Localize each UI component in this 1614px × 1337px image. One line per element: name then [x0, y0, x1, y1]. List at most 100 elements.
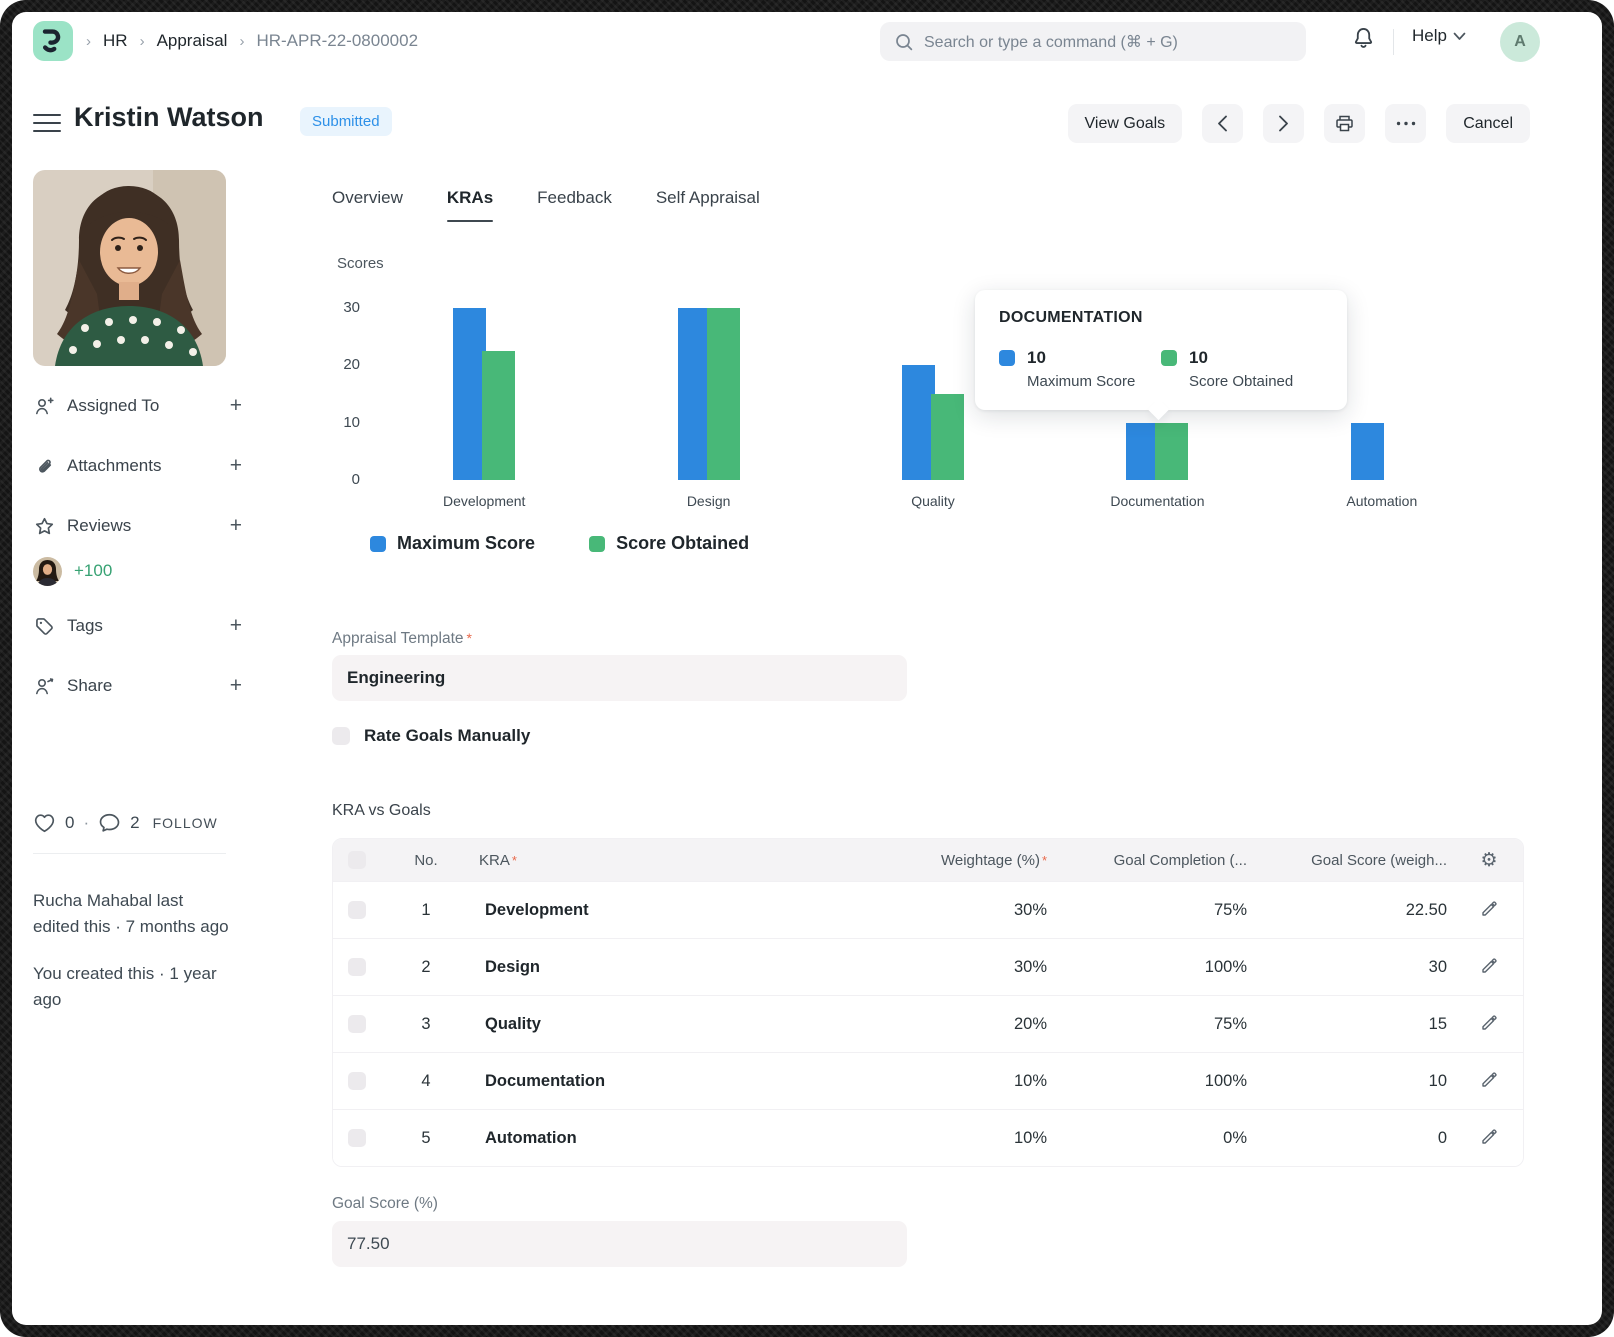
row-edit-cell — [1455, 1013, 1523, 1035]
row-checkbox[interactable] — [348, 958, 366, 976]
tab-kras[interactable]: KRAs — [447, 188, 493, 222]
appraisal-template-field[interactable] — [332, 655, 907, 701]
table-row: 1Development30%75%22.50 — [333, 881, 1523, 938]
tooltip-value-max: 10 — [1027, 348, 1135, 368]
app-logo[interactable] — [33, 21, 73, 61]
chart-tooltip: DOCUMENTATION 10 Maximum Score 10 Sco — [975, 290, 1347, 410]
select-all-checkbox[interactable] — [348, 851, 366, 869]
legend-label: Maximum Score — [397, 533, 535, 554]
tooltip-value-obtained: 10 — [1189, 348, 1293, 368]
bar-design-obtained[interactable] — [707, 308, 740, 480]
goal-score-field[interactable] — [332, 1221, 907, 1267]
x-axis-label: Automation — [1270, 493, 1494, 509]
row-checkbox[interactable] — [348, 901, 366, 919]
weightage-value: 10% — [840, 1072, 1055, 1091]
row-checkbox[interactable] — [348, 1129, 366, 1147]
tab-overview[interactable]: Overview — [332, 188, 403, 222]
bar-automation-max[interactable] — [1351, 423, 1384, 480]
sidebar-item-share[interactable]: Share+ — [33, 672, 248, 700]
menu-icon[interactable] — [33, 108, 61, 138]
rate-goals-label: Rate Goals Manually — [364, 726, 530, 746]
more-reviewers-link[interactable]: +100 — [74, 561, 112, 581]
chart-group-development: Development — [372, 308, 596, 480]
paperclip-icon — [33, 456, 55, 477]
gear-icon[interactable]: ⚙ — [1480, 849, 1497, 871]
row-checkbox[interactable] — [348, 1072, 366, 1090]
kra-name: Quality — [471, 1015, 840, 1034]
row-number: 5 — [381, 1129, 471, 1148]
y-tick-label: 30 — [320, 299, 360, 316]
add-tags-button[interactable]: + — [230, 614, 248, 638]
page-title: Kristin Watson — [74, 102, 264, 133]
tab-feedback[interactable]: Feedback — [537, 188, 612, 222]
bar-development-obtained[interactable] — [482, 351, 515, 480]
rate-goals-checkbox[interactable] — [332, 727, 350, 745]
rate-goals-row: Rate Goals Manually — [332, 726, 530, 746]
bar-pair — [453, 308, 515, 480]
x-axis-label: Documentation — [1045, 493, 1269, 509]
edit-row-button[interactable] — [1480, 1070, 1499, 1092]
heart-icon[interactable] — [33, 812, 56, 833]
table-header-row: No.KRA*Weightage (%)*Goal Completion (..… — [333, 839, 1523, 881]
sidebar-item-reviews[interactable]: Reviews+ — [33, 512, 248, 540]
column-header: KRA* — [471, 852, 840, 869]
kra-vs-goals-heading: KRA vs Goals — [332, 802, 431, 820]
reviewer-avatar[interactable] — [33, 557, 62, 586]
edit-row-button[interactable] — [1480, 956, 1499, 978]
reviewer-avatar-image — [33, 557, 62, 586]
goal-completion-value: 100% — [1055, 958, 1255, 977]
breadcrumb-separator-icon: › — [239, 33, 244, 50]
add-attachments-button[interactable]: + — [230, 454, 248, 478]
appraisal-template-label: Appraisal Template* — [332, 630, 472, 648]
edit-row-button[interactable] — [1480, 1013, 1499, 1035]
goal-score-label: Goal Score (%) — [332, 1195, 438, 1213]
breadcrumb-item[interactable]: HR — [103, 31, 128, 51]
add-share-button[interactable]: + — [230, 674, 248, 698]
row-edit-cell — [1455, 899, 1523, 921]
breadcrumb-item[interactable]: Appraisal — [157, 31, 228, 51]
edit-row-button[interactable] — [1480, 899, 1499, 921]
edit-row-button[interactable] — [1480, 1127, 1499, 1149]
sidebar-item-attachments[interactable]: Attachments+ — [33, 452, 248, 480]
follow-button[interactable]: FOLLOW — [153, 815, 218, 831]
tab-bar: Overview KRAs Feedback Self Appraisal — [332, 188, 760, 222]
legend-label: Score Obtained — [616, 533, 749, 554]
add-reviews-button[interactable]: + — [230, 514, 248, 538]
kra-name: Automation — [471, 1129, 840, 1148]
legend-swatch — [370, 536, 386, 552]
kra-name: Development — [471, 901, 840, 920]
chart-title: Scores — [337, 255, 384, 272]
kra-name: Design — [471, 958, 840, 977]
tooltip-entry-max: 10 Maximum Score — [999, 348, 1161, 390]
bar-documentation-obtained[interactable] — [1155, 423, 1188, 480]
row-checkbox-cell — [333, 901, 381, 919]
tooltip-entry-obtained: 10 Score Obtained — [1161, 348, 1323, 390]
hr-logo-glyph — [40, 27, 66, 55]
row-number: 2 — [381, 958, 471, 977]
sidebar-items-top: Assigned To+Attachments+Reviews+ — [33, 392, 248, 540]
tag-icon — [33, 616, 55, 637]
comment-icon[interactable] — [98, 812, 121, 833]
table-row: 5Automation10%0%0 — [333, 1109, 1523, 1166]
row-edit-cell — [1455, 1127, 1523, 1149]
sidebar-items-bottom: Tags+Share+ — [33, 612, 248, 700]
breadcrumb-separator-icon: › — [140, 33, 145, 50]
tab-self-appraisal[interactable]: Self Appraisal — [656, 188, 760, 222]
bar-pair — [1351, 423, 1413, 480]
sidebar-item-label: Reviews — [67, 516, 230, 536]
sidebar-item-assigned-to[interactable]: Assigned To+ — [33, 392, 248, 420]
bar-quality-obtained[interactable] — [931, 394, 964, 480]
sidebar-item-label: Attachments — [67, 456, 230, 476]
sidebar-item-label: Share — [67, 676, 230, 696]
social-row: 0 · 2 FOLLOW — [33, 812, 248, 833]
bar-pair — [1126, 423, 1188, 480]
goal-completion-value: 100% — [1055, 1072, 1255, 1091]
last-edited-note: Rucha Mahabal last edited this · 7 month… — [33, 888, 233, 941]
row-checkbox-cell — [333, 1015, 381, 1033]
x-axis-label: Development — [372, 493, 596, 509]
reviewers-row: +100 — [33, 556, 248, 586]
sidebar-item-tags[interactable]: Tags+ — [33, 612, 248, 640]
y-tick-label: 0 — [320, 471, 360, 488]
row-checkbox[interactable] — [348, 1015, 366, 1033]
add-assigned-to-button[interactable]: + — [230, 394, 248, 418]
